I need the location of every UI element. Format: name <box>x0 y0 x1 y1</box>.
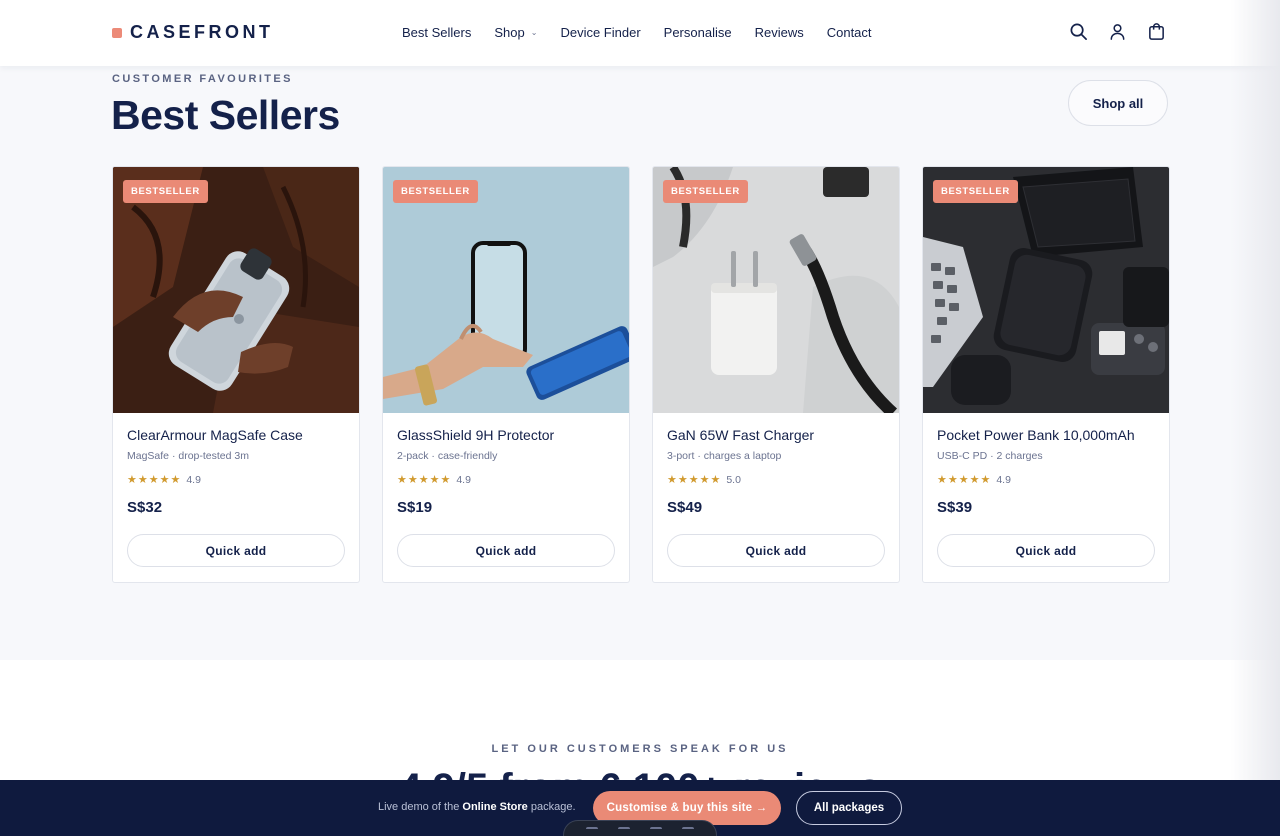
nav-shop[interactable]: Shop ⌄ <box>494 25 537 40</box>
nav-label: Reviews <box>754 25 804 40</box>
quick-add-button[interactable]: Quick add <box>667 534 885 567</box>
main-nav: Best Sellers Shop ⌄ Device Finder Persona… <box>402 25 872 40</box>
dock-icon[interactable] <box>618 827 630 836</box>
brand-name: CASEFRONT <box>130 22 274 42</box>
cart-icon[interactable] <box>1147 22 1166 41</box>
nav-contact[interactable]: Contact <box>827 25 872 40</box>
nav-best-sellers[interactable]: Best Sellers <box>402 25 471 40</box>
product-price: S$39 <box>937 499 973 516</box>
product-subtitle: USB-C PD · 2 charges <box>937 450 1043 462</box>
header-actions <box>1069 22 1166 41</box>
phone-case-photo <box>113 167 359 413</box>
nav-personalise[interactable]: Personalise <box>664 25 732 40</box>
screen-protector-photo <box>383 167 629 413</box>
product-price: S$32 <box>127 499 163 516</box>
nav-device-finder[interactable]: Device Finder <box>560 25 640 40</box>
nav-label: Shop <box>494 25 525 40</box>
all-packages-button[interactable]: All packages <box>796 791 902 825</box>
charger-photo <box>653 167 899 413</box>
product-rating: ★★★★★ 4.9 <box>397 473 615 487</box>
nav-label: Best Sellers <box>402 25 472 40</box>
product-image[interactable]: BESTSELLER <box>923 167 1169 413</box>
nav-label: Contact <box>826 25 872 40</box>
quick-add-button[interactable]: Quick add <box>397 534 615 567</box>
demo-text-suffix: package. <box>527 801 576 813</box>
rating-value: 4.9 <box>186 473 201 486</box>
star-rating-icon: ★★★★★ <box>397 474 452 486</box>
demo-package-name: Online Store <box>462 801 528 813</box>
dock-icon[interactable] <box>650 827 662 836</box>
nav-label: Personalise <box>663 25 732 40</box>
quick-add-button[interactable]: Quick add <box>937 534 1155 567</box>
nav-reviews[interactable]: Reviews <box>755 25 804 40</box>
product-grid: BESTSELLER ClearArmour MagSafe Case MagS… <box>112 166 1170 583</box>
rating-value: 4.9 <box>996 473 1011 486</box>
product-image[interactable]: BESTSELLER <box>383 167 629 413</box>
dock-icon[interactable] <box>586 827 598 836</box>
product-name[interactable]: Pocket Power Bank 10,000mAh <box>937 427 1155 443</box>
demo-text-prefix: Live demo of the <box>378 801 463 813</box>
product-subtitle: MagSafe · drop-tested 3m <box>127 450 249 462</box>
chevron-down-icon: ⌄ <box>530 28 538 37</box>
product-rating: ★★★★★ 5.0 <box>667 473 885 487</box>
quick-add-button[interactable]: Quick add <box>127 534 345 567</box>
product-name[interactable]: GaN 65W Fast Charger <box>667 427 885 443</box>
site-header: CASEFRONT Best Sellers Shop ⌄ Device Find… <box>0 0 1280 66</box>
star-rating-icon: ★★★★★ <box>127 474 182 486</box>
product-subtitle: 2-pack · case-friendly <box>397 450 498 462</box>
bestseller-badge: BESTSELLER <box>393 180 478 203</box>
bestseller-badge: BESTSELLER <box>663 180 748 203</box>
product-price: S$49 <box>667 499 703 516</box>
brand-logo[interactable]: CASEFRONT <box>112 22 274 43</box>
nav-label: Device Finder <box>560 25 641 40</box>
product-card[interactable]: BESTSELLER Pocket Power Bank 10,000mAh U… <box>922 166 1170 583</box>
product-card[interactable]: BESTSELLER ClearArmour MagSafe Case MagS… <box>112 166 360 583</box>
logo-mark <box>112 27 122 38</box>
floating-dock[interactable] <box>563 820 717 836</box>
bestseller-badge: BESTSELLER <box>123 180 208 203</box>
product-name[interactable]: GlassShield 9H Protector <box>397 427 615 443</box>
rating-value: 5.0 <box>726 473 741 486</box>
star-rating-icon: ★★★★★ <box>667 474 722 486</box>
section-eyebrow: CUSTOMER FAVOURITES <box>112 73 293 85</box>
product-image[interactable]: BESTSELLER <box>113 167 359 413</box>
product-rating: ★★★★★ 4.9 <box>127 473 345 487</box>
product-name[interactable]: ClearArmour MagSafe Case <box>127 427 345 443</box>
testimonials-eyebrow: LET OUR CUSTOMERS SPEAK FOR US <box>491 743 789 755</box>
account-icon[interactable] <box>1108 22 1127 41</box>
product-card[interactable]: BESTSELLER GlassShield 9H Protector 2-pa… <box>382 166 630 583</box>
section-title: Best Sellers <box>111 92 340 138</box>
star-rating-icon: ★★★★★ <box>937 474 992 486</box>
shop-all-button[interactable]: Shop all <box>1068 80 1168 126</box>
product-price: S$19 <box>397 499 433 516</box>
power-bank-photo <box>923 167 1169 413</box>
product-card[interactable]: BESTSELLER GaN 65W Fast Charger 3-port ·… <box>652 166 900 583</box>
product-subtitle: 3-port · charges a laptop <box>667 450 782 462</box>
bestseller-badge: BESTSELLER <box>933 180 1018 203</box>
product-rating: ★★★★★ 4.9 <box>937 473 1155 487</box>
demo-bar-text: Live demo of the Online Store package. <box>378 801 576 813</box>
product-image[interactable]: BESTSELLER <box>653 167 899 413</box>
dock-icon[interactable] <box>682 827 694 836</box>
search-icon[interactable] <box>1069 22 1088 41</box>
rating-value: 4.9 <box>456 473 471 486</box>
